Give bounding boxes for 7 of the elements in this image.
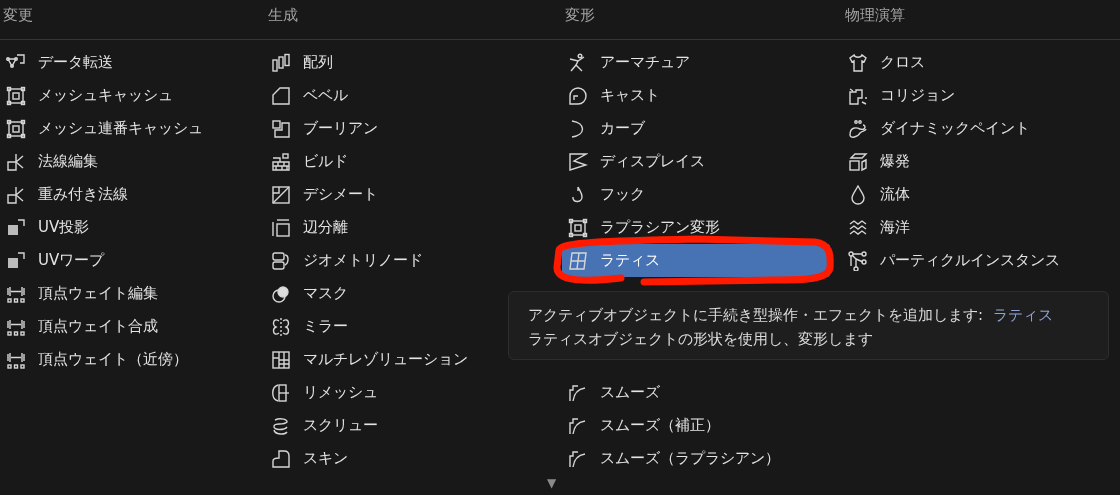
tooltip-description: ラティスオブジェクトの形状を使用し、変形します	[528, 330, 873, 348]
column-heading: 生成	[268, 5, 298, 26]
column-heading: 変更	[3, 5, 33, 26]
column-heading: 変形	[565, 5, 595, 26]
tooltip-text: アクティブオブジェクトに手続き型操作・エフェクトを追加します:	[528, 306, 984, 324]
column-heading: 物理演算	[845, 5, 905, 26]
tooltip-title: ラティス	[993, 306, 1054, 324]
